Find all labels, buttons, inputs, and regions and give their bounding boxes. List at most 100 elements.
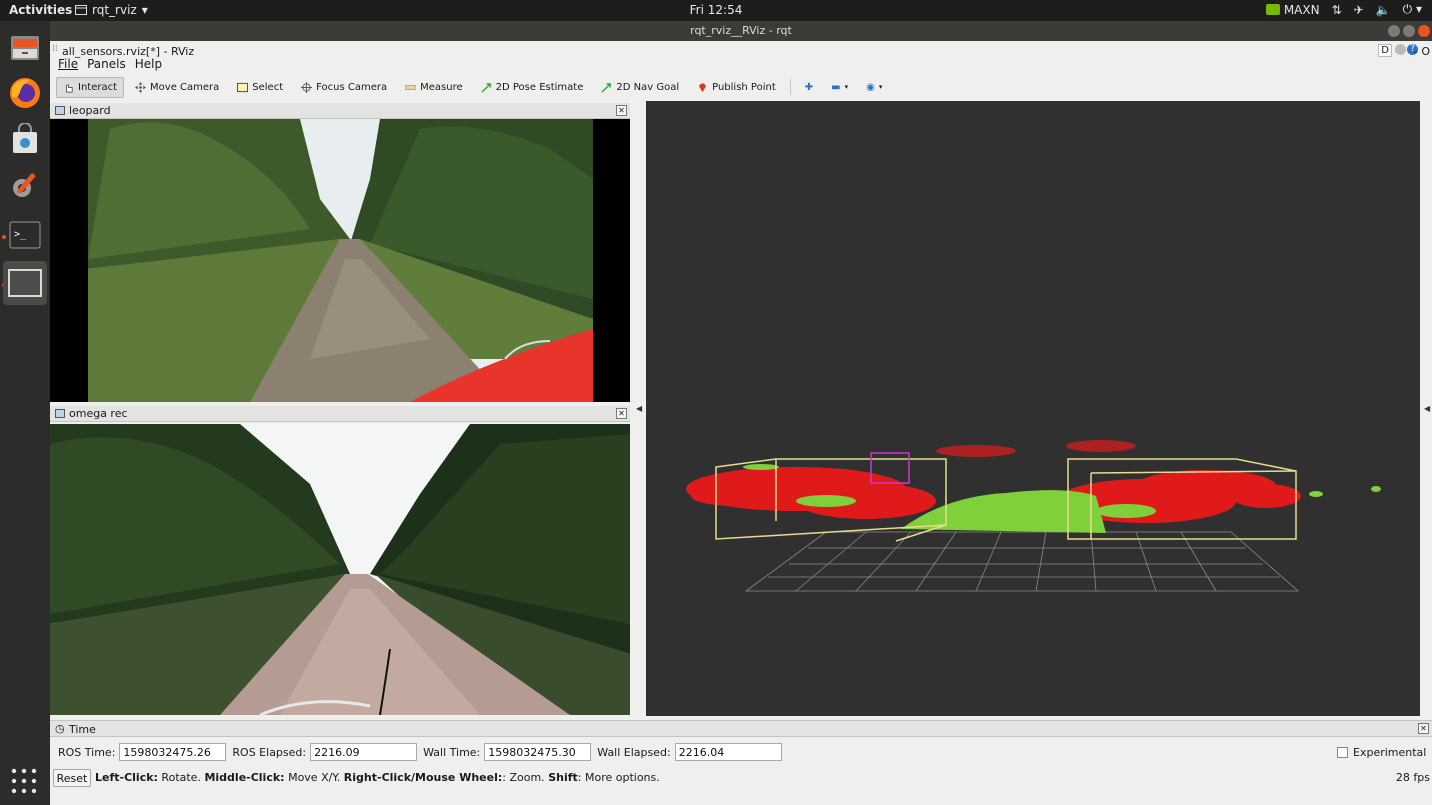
nvidia-icon (1265, 4, 1280, 15)
eye-icon: ◉ (866, 81, 875, 93)
tools-toolbar: Interact Move Camera Select Focus Camera… (56, 76, 889, 98)
chevron-down-icon: ▾ (878, 83, 883, 91)
close-button[interactable] (1418, 25, 1430, 37)
tool-select-label: Select (252, 81, 284, 93)
road-scene-image (50, 119, 630, 402)
dock-settings[interactable] (3, 163, 47, 207)
wall-time-field[interactable] (484, 743, 592, 761)
add-tool-button[interactable]: ✚ (798, 77, 820, 98)
close-dock-button[interactable]: - O (1414, 45, 1430, 58)
toolbar-separator (789, 79, 791, 95)
collapse-right-arrow[interactable]: ◀ (1424, 404, 1430, 413)
minus-icon: ▬ (831, 81, 841, 93)
status-bar: Reset Left-Click: Rotate. Middle-Click: … (50, 769, 1432, 789)
chevron-down-icon: ▾ (844, 83, 849, 91)
dock-firefox[interactable] (3, 71, 47, 115)
menu-help[interactable]: Help (135, 57, 162, 71)
select-rectangle-icon (237, 82, 249, 92)
remove-tool-button[interactable]: ▬ ▾ (824, 77, 855, 98)
tool-focus-camera[interactable]: Focus Camera (294, 77, 394, 98)
menu-panels[interactable]: Panels (87, 57, 126, 71)
rviz-window: ⁞⁞ all_sensors.rviz[*] - RViz D ? - O Fi… (50, 41, 1432, 805)
panel-title: leopard (69, 104, 111, 117)
image-icon (55, 409, 65, 418)
map-pin-icon (699, 82, 706, 92)
dock-mode-button[interactable]: D (1378, 44, 1392, 57)
rviz-3d-view[interactable] (646, 101, 1420, 716)
hand-pointer-icon (66, 83, 73, 92)
tool-2d-pose-estimate-label: 2D Pose Estimate (495, 81, 584, 93)
reset-button[interactable]: Reset (53, 769, 91, 787)
gear-icon[interactable] (1395, 44, 1406, 55)
ros-elapsed-field[interactable] (310, 743, 418, 761)
experimental-checkbox[interactable] (1337, 747, 1348, 758)
window-titlebar[interactable]: rqt_rviz__RViz - rqt (50, 21, 1432, 41)
close-panel-button[interactable]: ✕ (616, 105, 627, 116)
volume-icon[interactable]: 🔈 (1376, 3, 1391, 17)
hint-shift-desc: : More options. (577, 771, 660, 784)
firefox-icon (10, 78, 40, 108)
panel-title: omega rec (69, 407, 128, 420)
tool-measure[interactable]: Measure (398, 77, 470, 98)
close-panel-button[interactable]: ✕ (1418, 723, 1429, 734)
hint-right-click-desc: : Zoom. (502, 771, 549, 784)
menu-bar: File Panels Help (58, 57, 162, 71)
window-title: rqt_rviz__RViz - rqt (690, 24, 792, 37)
maximize-button[interactable] (1403, 25, 1415, 37)
tool-select[interactable]: Select (230, 77, 290, 98)
wall-elapsed-label: Wall Elapsed: (597, 745, 671, 759)
minimize-button[interactable] (1388, 25, 1400, 37)
activities-button[interactable]: Activities (9, 3, 72, 17)
tool-publish-point[interactable]: Publish Point (690, 77, 783, 98)
close-panel-button[interactable]: ✕ (616, 408, 627, 419)
dock-rqt-window[interactable] (3, 261, 47, 305)
hint-left-click-desc: Rotate. (157, 771, 205, 784)
hint-shift: Shift (548, 771, 578, 784)
nvidia-power-mode[interactable]: MAXN (1265, 2, 1320, 17)
panel-header-omega-rec[interactable]: omega rec ✕ (50, 406, 630, 422)
camera-type-button[interactable]: ◉ ▾ (859, 77, 889, 98)
tool-2d-pose-estimate[interactable]: 2D Pose Estimate (474, 77, 591, 98)
panel-header-leopard[interactable]: leopard ✕ (50, 103, 630, 119)
tool-publish-point-label: Publish Point (712, 81, 776, 93)
system-tray[interactable]: MAXN ⇅ ✈ 🔈 ⏻ ▾ (1265, 2, 1422, 17)
tool-interact-label: Interact (78, 81, 118, 93)
grip-icon[interactable]: ⁞⁞ (52, 44, 58, 54)
app-menu[interactable]: rqt_rviz ▾ (75, 3, 148, 17)
time-panel-header[interactable]: ◷ Time ✕ (50, 720, 1432, 737)
shopping-bag-icon (13, 123, 37, 153)
hint-middle-click: Middle-Click: (204, 771, 285, 784)
ros-time-field[interactable] (119, 743, 227, 761)
app-menu-label: rqt_rviz (92, 3, 137, 17)
rviz-subtitle-bar: ⁞⁞ all_sensors.rviz[*] - RViz D ? - O (50, 43, 1432, 58)
power-icon[interactable]: ⏻ ▾ (1403, 2, 1422, 17)
experimental-label: Experimental (1353, 746, 1427, 759)
wall-elapsed-field[interactable] (674, 743, 782, 761)
tool-2d-nav-goal[interactable]: 2D Nav Goal (594, 77, 686, 98)
tool-move-camera[interactable]: Move Camera (128, 77, 226, 98)
network-icon[interactable]: ⇅ (1332, 3, 1342, 17)
dock-files[interactable] (3, 26, 47, 70)
ros-elapsed-label: ROS Elapsed: (232, 745, 307, 759)
hint-right-click: Right-Click/Mouse Wheel: (343, 771, 503, 784)
window-icon (75, 5, 87, 15)
dock-software[interactable] (3, 117, 47, 161)
tool-focus-camera-label: Focus Camera (316, 81, 388, 93)
clock[interactable]: Fri 12:54 (0, 3, 1432, 17)
experimental-option[interactable]: Experimental (1337, 746, 1426, 759)
camera-image-omega-rec[interactable] (50, 424, 630, 715)
dock-terminal[interactable]: >_ (3, 213, 47, 257)
settings-tools-icon (13, 173, 36, 197)
dock: >_ (0, 21, 50, 805)
collapse-left-arrow[interactable]: ◀ (636, 404, 642, 413)
show-applications-button[interactable] (10, 767, 38, 798)
terminal-icon: >_ (9, 221, 41, 249)
clock-icon: ◷ (55, 722, 65, 735)
wall-time-label: Wall Time: (423, 745, 481, 759)
svg-text:>_: >_ (14, 229, 27, 240)
airplane-icon[interactable]: ✈ (1354, 3, 1364, 17)
power-mode-label: MAXN (1283, 2, 1320, 17)
camera-image-leopard[interactable] (50, 119, 630, 402)
tool-interact[interactable]: Interact (56, 76, 125, 98)
menu-file[interactable]: File (58, 57, 78, 71)
